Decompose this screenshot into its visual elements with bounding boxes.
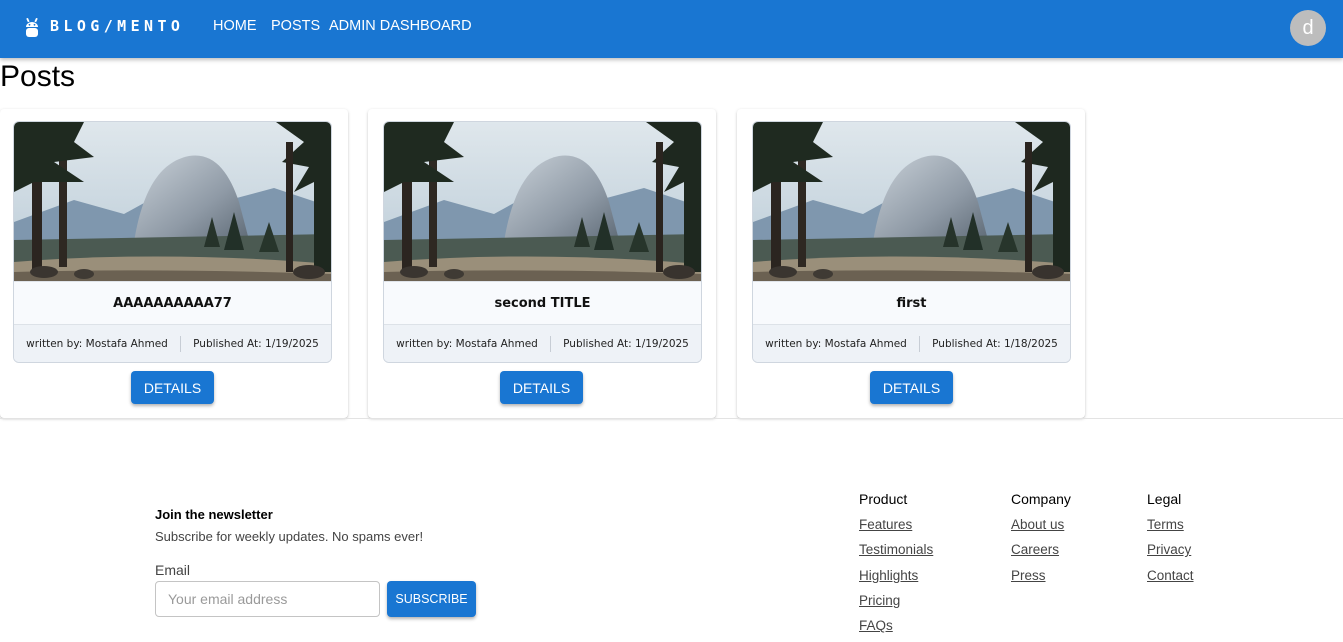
post-title: first: [753, 281, 1070, 325]
post-meta: written by: Mostafa Ahmed Published At: …: [753, 325, 1070, 362]
post-title: AAAAAAAAAA77: [14, 281, 331, 325]
footer-link-careers[interactable]: Careers: [1011, 541, 1071, 566]
post-cover-image: [384, 122, 701, 281]
footer-link-pricing[interactable]: Pricing: [859, 592, 933, 617]
section-divider: [0, 418, 1343, 419]
subscribe-button[interactable]: SUBSCRIBE: [387, 581, 476, 617]
post-author: written by: Mostafa Ahmed: [384, 336, 551, 352]
post-author: written by: Mostafa Ahmed: [753, 336, 920, 352]
footer-link-contact[interactable]: Contact: [1147, 567, 1194, 592]
post-author: written by: Mostafa Ahmed: [14, 336, 181, 352]
details-button[interactable]: DETAILS: [500, 371, 583, 404]
android-robot-icon: [26, 18, 38, 37]
email-input[interactable]: [155, 581, 380, 617]
page-title: Posts: [0, 60, 76, 93]
email-label: Email: [155, 562, 191, 578]
details-button[interactable]: DETAILS: [870, 371, 953, 404]
footer-link-about-us[interactable]: About us: [1011, 516, 1071, 541]
details-button[interactable]: DETAILS: [131, 371, 214, 404]
post-title: second TITLE: [384, 281, 701, 325]
post-card: second TITLE written by: Mostafa Ahmed P…: [368, 109, 716, 418]
nav-admin-dashboard[interactable]: ADMIN DASHBOARD: [329, 18, 472, 34]
footer-heading: Company: [1011, 491, 1071, 507]
footer-link-highlights[interactable]: Highlights: [859, 567, 933, 592]
footer-link-privacy[interactable]: Privacy: [1147, 541, 1194, 566]
post-meta: written by: Mostafa Ahmed Published At: …: [384, 325, 701, 362]
user-avatar[interactable]: d: [1290, 10, 1326, 46]
nav-posts[interactable]: POSTS: [271, 18, 320, 34]
nav-home[interactable]: HOME: [213, 18, 257, 34]
footer-link-testimonials[interactable]: Testimonials: [859, 541, 933, 566]
footer-heading: Legal: [1147, 491, 1182, 507]
post-card: AAAAAAAAAA77 written by: Mostafa Ahmed P…: [0, 109, 348, 418]
newsletter-title: Join the newsletter: [155, 507, 273, 522]
post-date: Published At: 1/18/2025: [932, 338, 1058, 350]
footer-link-faqs[interactable]: FAQs: [859, 617, 933, 642]
post-date: Published At: 1/19/2025: [193, 338, 319, 350]
footer-column-legal: Legal Terms Privacy Contact: [1147, 491, 1194, 592]
footer-link-terms[interactable]: Terms: [1147, 516, 1194, 541]
newsletter-subtitle: Subscribe for weekly updates. No spams e…: [155, 529, 424, 544]
post-card-body: first written by: Mostafa Ahmed Publishe…: [752, 121, 1071, 363]
post-cover-image: [753, 122, 1070, 281]
footer-link-features[interactable]: Features: [859, 516, 933, 541]
footer-column-company: Company About us Careers Press: [1011, 491, 1071, 592]
post-meta: written by: Mostafa Ahmed Published At: …: [14, 325, 331, 362]
post-date: Published At: 1/19/2025: [563, 338, 689, 350]
post-card-body: second TITLE written by: Mostafa Ahmed P…: [383, 121, 702, 363]
post-card: first written by: Mostafa Ahmed Publishe…: [737, 109, 1085, 418]
post-card-body: AAAAAAAAAA77 written by: Mostafa Ahmed P…: [13, 121, 332, 363]
brand-logo-text[interactable]: BLOG/MENTO: [50, 17, 184, 35]
footer-heading: Product: [859, 491, 908, 507]
post-cover-image: [14, 122, 331, 281]
footer-link-press[interactable]: Press: [1011, 567, 1071, 592]
footer-column-product: Product Features Testimonials Highlights…: [859, 491, 933, 642]
app-bar: BLOG/MENTO HOME POSTS ADMIN DASHBOARD d: [0, 0, 1343, 58]
